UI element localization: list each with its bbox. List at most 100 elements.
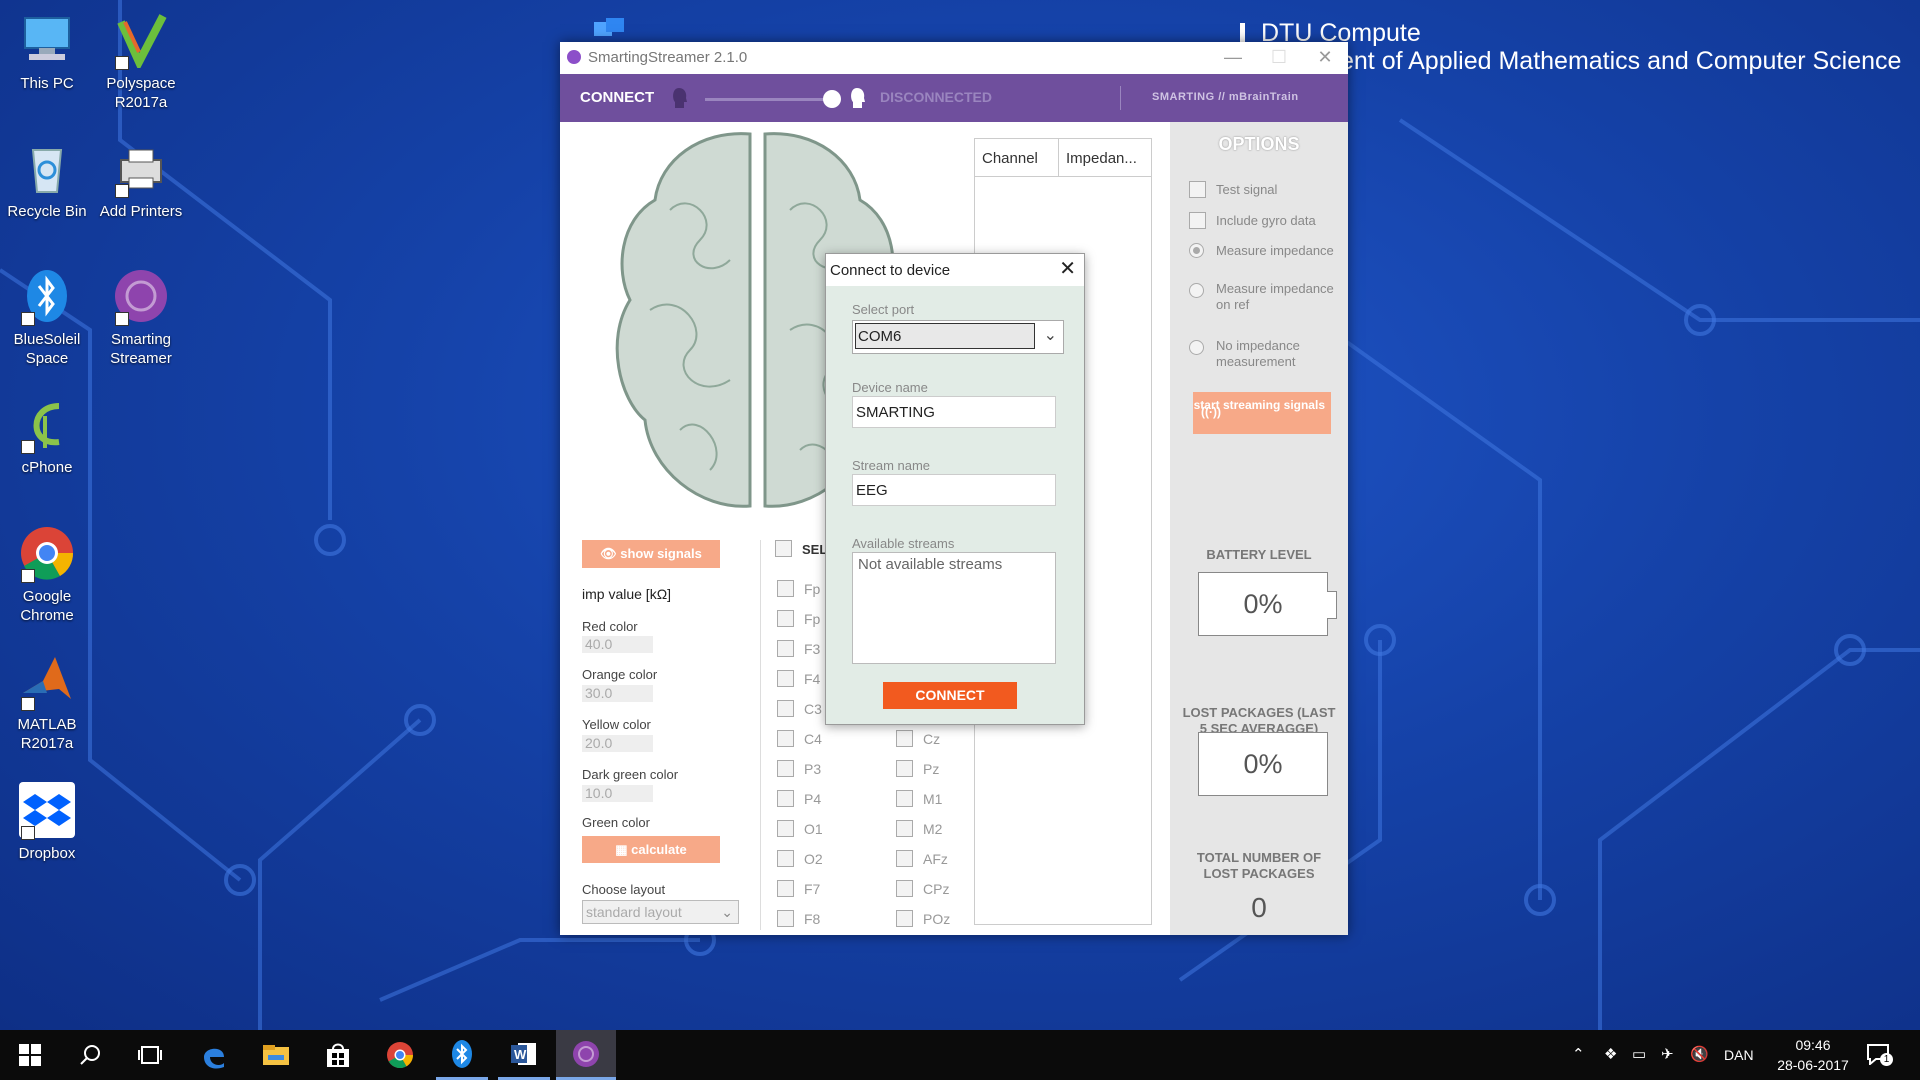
red-color-input[interactable]: 40.0 (582, 636, 653, 653)
language-indicator[interactable]: DAN (1724, 1030, 1754, 1080)
channel-checkbox[interactable] (896, 730, 913, 747)
select-all-checkbox[interactable] (775, 540, 792, 557)
table-header-impedance[interactable]: Impedan... (1059, 139, 1151, 177)
select-port-label: Select port (852, 302, 915, 317)
word-icon[interactable]: W (498, 1030, 550, 1080)
desktop-icon-cphone[interactable]: cPhone (0, 396, 97, 477)
search-icon[interactable] (64, 1030, 116, 1080)
channel-label: CPz (923, 881, 950, 897)
notification-count-badge: 1 (1880, 1053, 1893, 1066)
channel-checkbox[interactable] (896, 850, 913, 867)
channel-checkbox[interactable] (777, 850, 794, 867)
measure-impedance-radio[interactable] (1189, 243, 1204, 258)
chevron-up-icon[interactable]: ⌃ (1572, 1030, 1585, 1080)
shortcut-arrow-icon (115, 56, 129, 70)
desktop-icon-smarting-streamer[interactable]: Smarting Streamer (91, 268, 191, 368)
desktop-icon-google-chrome[interactable]: Google Chrome (0, 525, 97, 625)
calculator-icon: ▦ (615, 842, 632, 857)
desktop-icon-add-printers[interactable]: Add Printers (91, 140, 191, 221)
notifications-icon[interactable]: 1 (1866, 1043, 1893, 1067)
store-icon[interactable] (312, 1030, 364, 1080)
dark-green-color-input[interactable]: 10.0 (582, 785, 653, 802)
clock-time: 09:46 (1795, 1037, 1831, 1053)
desktop-icon-recycle-bin[interactable]: Recycle Bin (0, 140, 97, 221)
file-explorer-icon[interactable] (250, 1030, 302, 1080)
battery-icon[interactable]: ▭ (1632, 1030, 1646, 1080)
start-windows-icon[interactable] (4, 1030, 56, 1080)
gyro-checkbox[interactable] (1189, 212, 1206, 229)
task-view-icon[interactable] (124, 1030, 176, 1080)
maximize-icon[interactable]: ☐ (1256, 42, 1302, 74)
dropbox-tray-icon[interactable]: ❖ (1604, 1030, 1617, 1080)
channel-checkbox[interactable] (777, 820, 794, 837)
channel-checkbox[interactable] (896, 790, 913, 807)
smarting-taskbar-icon[interactable] (556, 1030, 616, 1080)
start-streaming-button[interactable]: ((·)) start streaming signals (1193, 392, 1331, 434)
channel-label: Cz (923, 731, 941, 747)
calculate-button[interactable]: ▦ calculate (582, 836, 720, 863)
volume-muted-icon[interactable]: 🔇 (1690, 1030, 1709, 1080)
channel-checkbox[interactable] (777, 880, 794, 897)
channel-checkbox[interactable] (777, 730, 794, 747)
edge-icon[interactable] (188, 1030, 240, 1080)
desktop-icon-label: BlueSoleil Space (13, 331, 81, 367)
show-signals-button[interactable]: 👁 show signals (582, 540, 720, 568)
channel-checkbox[interactable] (896, 910, 913, 927)
available-streams-list[interactable]: Not available streams (852, 552, 1056, 664)
measure-impedance-ref-radio[interactable] (1189, 283, 1204, 298)
desktop-icon-this-pc[interactable]: This PC (0, 12, 97, 93)
channel-label: F7 (804, 881, 821, 897)
total-lost-label: TOTAL NUMBER OF LOST PACKAGES (1196, 850, 1322, 881)
shortcut-arrow-icon (115, 184, 129, 198)
channel-checkbox[interactable] (777, 670, 794, 687)
desktop-icon-polyspace[interactable]: Polyspace R2017a (91, 12, 191, 112)
connect-link[interactable]: CONNECT (580, 89, 654, 106)
measure-impedance-ref-label: Measure impedance on ref (1216, 281, 1334, 312)
no-impedance-radio[interactable] (1189, 340, 1204, 355)
airplane-mode-icon[interactable]: ✈ (1661, 1030, 1674, 1080)
bluetooth-taskbar-icon[interactable] (436, 1030, 488, 1080)
connection-slider-knob[interactable] (823, 90, 841, 108)
available-streams-label: Available streams (852, 536, 955, 551)
clock[interactable]: 09:46 28-06-2017 (1768, 1035, 1858, 1075)
channel-checkbox[interactable] (777, 580, 794, 597)
table-header-channel[interactable]: Channel (975, 139, 1059, 177)
orange-color-label: Orange color (582, 667, 658, 682)
window-titlebar[interactable]: SmartingStreamer 2.1.0 — ☐ ✕ (560, 42, 1348, 74)
smarting-brain-icon (113, 268, 169, 326)
channel-checkbox[interactable] (896, 880, 913, 897)
desktop-icon-matlab[interactable]: MATLAB R2017a (0, 653, 97, 753)
device-name-input[interactable]: SMARTING (852, 396, 1056, 428)
minimize-icon[interactable]: — (1210, 42, 1256, 74)
dialog-close-icon[interactable]: ✕ (1059, 256, 1076, 281)
battery-level-value: 0% (1243, 589, 1283, 619)
channel-label: P3 (804, 761, 822, 777)
layout-select[interactable]: standard layout ⌄ (582, 900, 739, 924)
gyro-label: Include gyro data (1216, 213, 1316, 228)
port-select[interactable]: COM6 ⌄ (852, 320, 1064, 354)
options-title: OPTIONS (1218, 134, 1300, 154)
stream-name-input[interactable]: EEG (852, 474, 1056, 506)
channel-label: F8 (804, 911, 821, 927)
test-signal-checkbox[interactable] (1189, 181, 1206, 198)
recycle-bin-icon (19, 140, 75, 196)
desktop-icon-dropbox[interactable]: Dropbox (0, 782, 97, 863)
close-icon[interactable]: ✕ (1302, 42, 1348, 74)
dialog-connect-button[interactable]: CONNECT (883, 682, 1017, 709)
channel-checkbox[interactable] (777, 610, 794, 627)
port-select-value: COM6 (855, 323, 1035, 349)
layout-select-value: standard layout (586, 904, 682, 920)
desktop-icon-bluesoleil[interactable]: BlueSoleil Space (0, 268, 97, 368)
chrome-icon (19, 525, 75, 583)
channel-checkbox[interactable] (777, 700, 794, 717)
channel-checkbox[interactable] (777, 760, 794, 777)
channel-checkbox[interactable] (777, 910, 794, 927)
orange-color-input[interactable]: 30.0 (582, 685, 653, 702)
test-signal-label: Test signal (1216, 182, 1278, 197)
channel-checkbox[interactable] (777, 790, 794, 807)
channel-checkbox[interactable] (896, 820, 913, 837)
channel-checkbox[interactable] (896, 760, 913, 777)
yellow-color-input[interactable]: 20.0 (582, 735, 653, 752)
chrome-taskbar-icon[interactable] (374, 1030, 426, 1080)
channel-checkbox[interactable] (777, 640, 794, 657)
